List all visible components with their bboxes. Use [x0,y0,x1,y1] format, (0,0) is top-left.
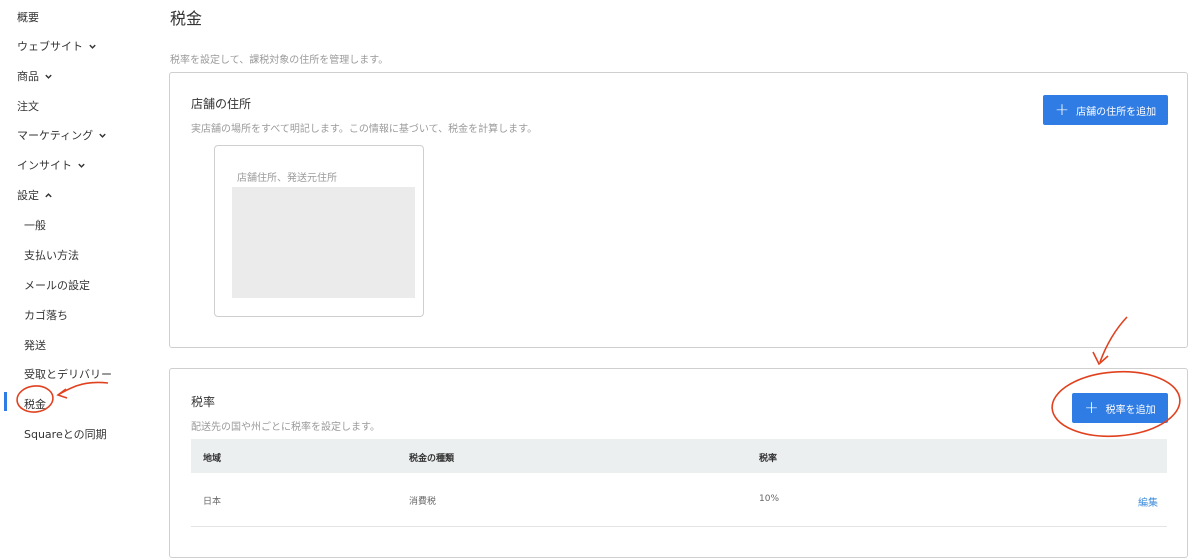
nav-label: 概要 [17,11,39,24]
chevron-down-icon [78,163,85,168]
nav-label: 支払い方法 [24,249,79,262]
nav-label: 税金 [24,398,46,411]
nav-label: インサイト [17,159,72,172]
nav-marketing[interactable]: マーケティング [17,127,107,143]
nav-orders[interactable]: 注文 [17,98,39,114]
nav-website[interactable]: ウェブサイト [17,38,97,54]
store-address-description: 実店舗の場所をすべて明記します。この情報に基づいて、税金を計算します。 [191,124,538,135]
nav-label: 一般 [24,219,46,232]
plus-icon: + [1054,99,1070,120]
nav-label: 注文 [17,100,39,113]
tax-rate-card: 税率 配送先の国や州ごとに税率を設定します。 + 税率を追加 地域 税金の種類 … [169,368,1188,558]
nav-taxes[interactable]: 税金 [24,396,46,412]
nav-label: 設定 [17,189,39,202]
tax-table-header: 地域 税金の種類 税率 [191,439,1167,473]
page-title: 税金 [170,9,203,28]
plus-icon: + [1084,397,1099,418]
cell-region: 日本 [203,497,222,507]
column-header-region: 地域 [203,454,222,464]
active-indicator [4,392,7,411]
map-placeholder [232,187,415,298]
tax-rate-description: 配送先の国や州ごとに税率を設定します。 [191,422,380,433]
annotation-arrowhead-tax-button [1092,351,1109,366]
tax-rate-title: 税率 [191,395,216,409]
nav-products[interactable]: 商品 [17,68,53,84]
nav-label: 受取とデリバリー [24,368,112,381]
edit-link[interactable]: 編集 [1138,494,1158,509]
nav-label: 商品 [17,70,39,83]
column-header-tax-type: 税金の種類 [409,454,455,464]
nav-payment-methods[interactable]: 支払い方法 [24,247,79,263]
chevron-down-icon [99,133,106,138]
nav-insights[interactable]: インサイト [17,157,86,173]
chevron-down-icon [45,74,52,79]
nav-label: ウェブサイト [17,40,83,53]
nav-square-sync[interactable]: Squareとの同期 [24,426,107,442]
nav-label: マーケティング [17,129,94,142]
add-store-address-button[interactable]: + 店舗の住所を追加 [1043,95,1168,125]
button-label: 税率を追加 [1105,404,1156,416]
store-address-title: 店舗の住所 [191,97,252,111]
chevron-up-icon [45,192,52,197]
table-row: 日本 消費税 10% 編集 [191,473,1167,527]
add-tax-rate-button[interactable]: + 税率を追加 [1072,393,1168,423]
chevron-down-icon [89,44,96,49]
nav-overview[interactable]: 概要 [17,9,39,25]
nav-pickup-delivery[interactable]: 受取とデリバリー [24,366,112,382]
nav-label: Squareとの同期 [24,428,107,441]
nav-label: 発送 [24,339,46,352]
column-header-rate: 税率 [759,454,778,464]
nav-label: カゴ落ち [24,309,68,322]
cell-rate: 10% [759,494,780,504]
store-address-card: 店舗の住所 実店舗の場所をすべて明記します。この情報に基づいて、税金を計算します… [169,72,1188,348]
nav-general[interactable]: 一般 [24,217,46,233]
cell-tax-type: 消費税 [409,497,437,507]
nav-settings[interactable]: 設定 [17,187,53,203]
button-label: 店舗の住所を追加 [1076,106,1157,118]
store-address-box[interactable]: 店舗住所、発送元住所 [214,145,424,317]
page-description: 税率を設定して、課税対象の住所を管理します。 [170,55,389,66]
sidebar: 概要 ウェブサイト 商品 注文 マーケティング インサイト 設定 一般 支払い方… [0,0,150,548]
nav-label: メールの設定 [24,279,90,292]
nav-abandoned-cart[interactable]: カゴ落ち [24,307,68,323]
nav-email-settings[interactable]: メールの設定 [24,277,90,293]
store-address-box-label: 店舗住所、発送元住所 [237,173,337,184]
nav-shipping[interactable]: 発送 [24,337,46,353]
